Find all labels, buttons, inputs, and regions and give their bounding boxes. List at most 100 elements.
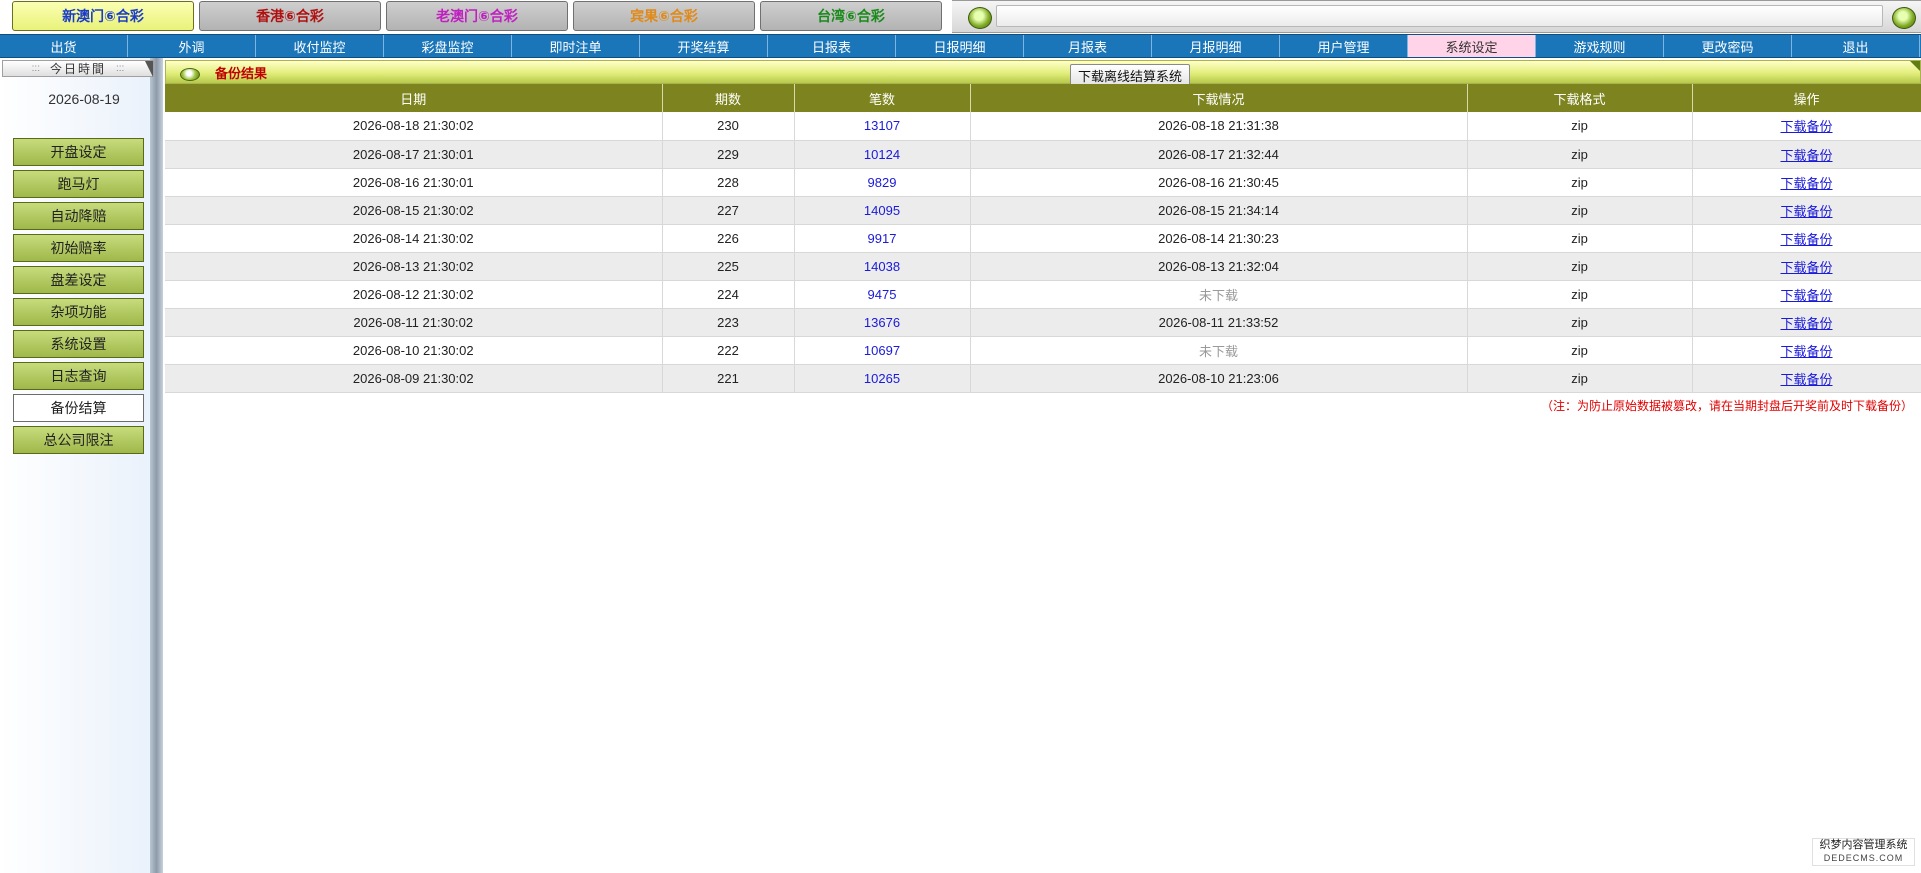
cell-action: 下载备份 xyxy=(1692,168,1921,197)
cell-download-status: 未下载 xyxy=(970,280,1468,309)
cell-action: 下载备份 xyxy=(1692,196,1921,225)
marquee-left-button[interactable] xyxy=(968,7,992,29)
bullet-icon xyxy=(180,68,200,81)
sidebar-btn-board-diff[interactable]: 盘差设定 xyxy=(13,266,144,294)
table-row: 2026-08-13 21:30:02 225 14038 2026-08-13… xyxy=(165,252,1921,281)
sidebar-btn-company-limit[interactable]: 总公司限注 xyxy=(13,426,144,454)
cell-action: 下载备份 xyxy=(1692,112,1921,141)
cell-format: zip xyxy=(1467,336,1693,365)
download-backup-link[interactable]: 下载备份 xyxy=(1780,232,1832,247)
cell-count: 13676 xyxy=(794,308,971,337)
sidebar-btn-backup-settlement[interactable]: 备份结算 xyxy=(13,394,144,422)
sidebar-btn-open-settings[interactable]: 开盘设定 xyxy=(13,138,144,166)
nav-game-rules[interactable]: 游戏规则 xyxy=(1536,35,1664,57)
table-row: 2026-08-12 21:30:02 224 9475 未下载 zip 下载备… xyxy=(165,280,1921,309)
sidebar-btn-initial-odds[interactable]: 初始赔率 xyxy=(13,234,144,262)
today-date: 2026-08-19 xyxy=(48,91,120,107)
download-backup-link[interactable]: 下载备份 xyxy=(1780,148,1832,163)
column-header-download-status: 下载情况 xyxy=(970,84,1468,112)
nav-payment-monitor[interactable]: 收付监控 xyxy=(256,35,384,57)
lottery-tab-bar: 新澳门⑥合彩 香港⑥合彩 老澳门⑥合彩 宾果⑥合彩 台湾⑥合彩 xyxy=(0,0,1921,35)
download-backup-link[interactable]: 下载备份 xyxy=(1780,288,1832,303)
cell-count: 14038 xyxy=(794,252,971,281)
nav-monthly-report[interactable]: 月报表 xyxy=(1024,35,1152,57)
cell-format: zip xyxy=(1467,252,1693,281)
sidebar-btn-misc[interactable]: 杂项功能 xyxy=(13,298,144,326)
table-row: 2026-08-18 21:30:02 230 13107 2026-08-18… xyxy=(165,112,1921,141)
column-header-period: 期数 xyxy=(662,84,795,112)
cell-date: 2026-08-10 21:30:02 xyxy=(165,336,663,365)
nav-user-management[interactable]: 用户管理 xyxy=(1280,35,1408,57)
cell-period: 226 xyxy=(662,224,795,253)
sidebar-splitter[interactable] xyxy=(150,58,163,873)
nav-draw-settlement[interactable]: 开奖结算 xyxy=(640,35,768,57)
cell-action: 下载备份 xyxy=(1692,140,1921,169)
cell-date: 2026-08-13 21:30:02 xyxy=(165,252,663,281)
cell-date: 2026-08-18 21:30:02 xyxy=(165,112,663,141)
backup-table: 日期 期数 笔数 下载情况 下载格式 操作 2026-08-18 21:30:0… xyxy=(165,84,1921,393)
cell-format: zip xyxy=(1467,364,1693,393)
nav-system-settings[interactable]: 系统设定 xyxy=(1408,35,1536,57)
nav-logout[interactable]: 退出 xyxy=(1792,35,1920,57)
lottery-tab-bingo[interactable]: 宾果⑥合彩 xyxy=(573,1,755,31)
nav-board-monitor[interactable]: 彩盘监控 xyxy=(384,35,512,57)
nav-monthly-detail[interactable]: 月报明细 xyxy=(1152,35,1280,57)
nav-external[interactable]: 外调 xyxy=(128,35,256,57)
sidebar-btn-auto-odds-drop[interactable]: 自动降赔 xyxy=(13,202,144,230)
cell-count: 10265 xyxy=(794,364,971,393)
cell-date: 2026-08-09 21:30:02 xyxy=(165,364,663,393)
cell-date: 2026-08-17 21:30:01 xyxy=(165,140,663,169)
cell-period: 223 xyxy=(662,308,795,337)
cell-download-status: 2026-08-17 21:32:44 xyxy=(970,140,1468,169)
cell-action: 下载备份 xyxy=(1692,252,1921,281)
cell-count: 9829 xyxy=(794,168,971,197)
table-row: 2026-08-17 21:30:01 229 10124 2026-08-17… xyxy=(165,140,1921,169)
cell-download-status: 2026-08-14 21:30:23 xyxy=(970,224,1468,253)
nav-change-password[interactable]: 更改密码 xyxy=(1664,35,1792,57)
cell-period: 221 xyxy=(662,364,795,393)
cell-format: zip xyxy=(1467,308,1693,337)
lottery-tab-hongkong[interactable]: 香港⑥合彩 xyxy=(199,1,381,31)
cell-format: zip xyxy=(1467,224,1693,253)
nav-ship[interactable]: 出货 xyxy=(0,35,128,57)
column-header-count: 笔数 xyxy=(794,84,971,112)
column-header-action: 操作 xyxy=(1692,84,1921,112)
column-header-format: 下载格式 xyxy=(1467,84,1693,112)
lottery-tab-new-macau[interactable]: 新澳门⑥合彩 xyxy=(12,1,194,31)
sidebar-btn-log-query[interactable]: 日志查询 xyxy=(13,362,144,390)
nav-daily-detail[interactable]: 日报明细 xyxy=(896,35,1024,57)
download-backup-link[interactable]: 下载备份 xyxy=(1780,204,1832,219)
download-backup-link[interactable]: 下载备份 xyxy=(1780,119,1832,134)
download-backup-link[interactable]: 下载备份 xyxy=(1780,372,1832,387)
table-row: 2026-08-11 21:30:02 223 13676 2026-08-11… xyxy=(165,308,1921,337)
cell-period: 224 xyxy=(662,280,795,309)
cell-format: zip xyxy=(1467,280,1693,309)
cell-period: 229 xyxy=(662,140,795,169)
backup-note: （注：为防止原始数据被篡改，请在当期封盘后开奖前及时下载备份） xyxy=(1540,399,1913,413)
corner-icon xyxy=(145,61,153,77)
lottery-tab-old-macau[interactable]: 老澳门⑥合彩 xyxy=(386,1,568,31)
download-backup-link[interactable]: 下载备份 xyxy=(1780,344,1832,359)
lottery-tab-taiwan[interactable]: 台湾⑥合彩 xyxy=(760,1,942,31)
sidebar-btn-marquee[interactable]: 跑马灯 xyxy=(13,170,144,198)
cell-format: zip xyxy=(1467,196,1693,225)
cell-download-status: 2026-08-10 21:23:06 xyxy=(970,364,1468,393)
cell-format: zip xyxy=(1467,112,1693,141)
download-backup-link[interactable]: 下载备份 xyxy=(1780,260,1832,275)
cell-download-status: 2026-08-15 21:34:14 xyxy=(970,196,1468,225)
marquee-area xyxy=(996,5,1883,27)
nav-live-bets[interactable]: 即时注单 xyxy=(512,35,640,57)
download-backup-link[interactable]: 下载备份 xyxy=(1780,176,1832,191)
cell-action: 下载备份 xyxy=(1692,308,1921,337)
nav-daily-report[interactable]: 日报表 xyxy=(768,35,896,57)
marquee-right-button[interactable] xyxy=(1892,7,1916,29)
sidebar-btn-system-settings[interactable]: 系统设置 xyxy=(13,330,144,358)
cell-download-status: 2026-08-13 21:32:04 xyxy=(970,252,1468,281)
cell-format: zip xyxy=(1467,168,1693,197)
cell-count: 14095 xyxy=(794,196,971,225)
download-offline-system-button[interactable]: 下载离线结算系统 xyxy=(1070,64,1191,86)
cell-count: 10124 xyxy=(794,140,971,169)
download-backup-link[interactable]: 下载备份 xyxy=(1780,316,1832,331)
cell-count: 10697 xyxy=(794,336,971,365)
sidebar: ::: 今日時間 ::: 2026-08-19 开盘设定 跑马灯 自动降赔 初始… xyxy=(0,58,163,873)
